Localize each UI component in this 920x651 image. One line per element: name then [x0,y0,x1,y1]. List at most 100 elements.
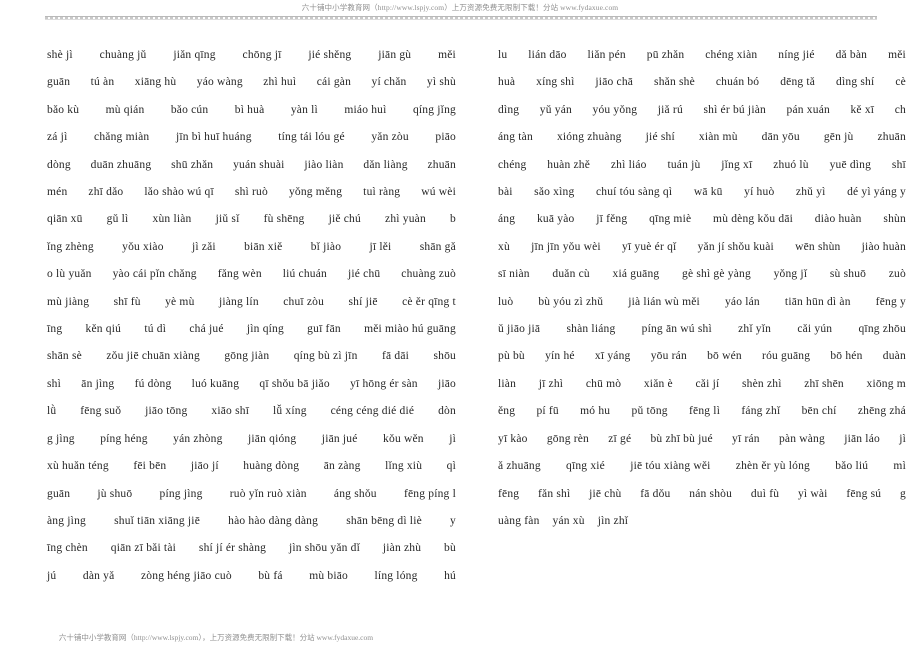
pinyin-word: jì zǎi [191,240,216,253]
pinyin-word: xiāo shī [211,405,250,418]
pinyin-word: zhì huì [263,76,297,89]
pinyin-word: céng céng dié dié [330,405,415,418]
pinyin-word: yáo wàng [196,76,243,89]
pinyin-word: gōng jiàn [224,350,270,363]
pinyin-word: yǔ yán [539,103,572,116]
pinyin-word: diào huàn [814,213,862,226]
header-watermark-text: 六十铺中小学教育网（http://www.lspjy.com）上万资源免费无限制… [301,3,619,12]
word-line: sī niàn duǎn cù xiá guāng gè shì gè yàng yǒn… [498,261,906,288]
word-line: guān tú àn xiāng hù yáo wàng zhì huì cái gàn y… [47,69,456,96]
pinyin-word: zhì yuàn [385,213,426,226]
pinyin-word: qíng bù zì jīn [293,350,358,363]
pinyin-word: ǐng zhèng [47,240,94,253]
document-page: 六十铺中小学教育网（http://www.lspjy.com）上万资源免费无限制… [0,0,920,651]
pinyin-word: jì [449,432,456,445]
pinyin-word: yín hé [545,350,575,363]
pinyin-word: yàn lì [290,103,318,116]
pinyin-word: duì fù [750,487,780,500]
pinyin-word: chéng xiàn [705,49,758,61]
pinyin-word: shuǐ tiān xiāng jiē [114,514,200,527]
pinyin-word: shī fù [113,295,141,308]
pinyin-word: yǒu xiào [122,240,164,253]
word-line: dòng duān zhuāng shū zhǎn yuán shuài jiào li… [47,152,456,179]
pinyin-word: bǐ jiào [310,240,342,253]
pinyin-word: cè [895,76,906,89]
word-line: ǔ jiāo jiā shàn liáng píng ān wú shì zhǐ yǐ… [498,316,906,343]
word-line: xù jīn jīn yǒu wèi yī yuè ér qǐ yǎn jí shǒu… [498,234,906,261]
pinyin-word: shū zhǎn [171,158,214,171]
pinyin-word: fēng lì [689,405,721,418]
pinyin-word: y [450,514,456,527]
word-line: àng jìng shuǐ tiān xiāng jiē hào hào dàng … [47,508,456,535]
pinyin-word: kě xī [850,103,875,116]
word-line: shì ān jìng fú dòng luó kuāng qī shǒu bā jiǎ… [47,371,456,398]
pinyin-word: jú [47,569,57,582]
pinyin-word: píng héng [100,432,148,445]
left-text-column: shè jì chuàng jǔ jiǎn qīng chōng jī jié shěn… [0,34,466,614]
pinyin-word: shàn liáng [566,323,616,336]
pinyin-word: shí jiē [348,295,378,308]
pinyin-word: dǎn liàng [363,158,408,171]
pinyin-word: wēn shùn [795,240,841,253]
pinyin-word: cǎi yún [797,323,833,336]
pinyin-word: liàn [498,377,517,390]
pinyin-word: wú wèi [421,186,456,199]
pinyin-word: dìng shí [836,76,875,89]
pinyin-word: yī rán [732,432,760,445]
pinyin-word: pù bù [498,350,525,363]
pinyin-word: jī zhì [538,377,564,390]
pinyin-word: shè jì [47,49,73,61]
pinyin-word: dòng [47,158,71,171]
pinyin-word: jīn jīn yǒu wèi [531,240,601,253]
pinyin-word: shān gǎ [419,240,456,253]
pinyin-word: jiē chù [589,487,622,500]
pinyin-word: zǒu jiē chuān xiàng [106,350,200,363]
pinyin-word: huà [498,76,516,89]
pinyin-word: tú àn [90,76,115,89]
pinyin-word: yōu rán [650,350,687,363]
pinyin-word: shí jí ér shàng [198,542,267,555]
word-line: īng chèn qiān zī bǎi tài shí jí ér shàng jì… [47,535,456,562]
pinyin-word: qì [446,460,456,473]
pinyin-word: shān bēng dì liè [346,514,422,527]
pinyin-word: shùn [883,213,906,226]
pinyin-word: o lù yuǎn [47,268,92,281]
pinyin-word: g [900,487,906,500]
pinyin-word: xī yáng [594,350,631,363]
pinyin-word: yì wài [797,487,828,500]
word-line: mén zhī dǎo lǎo shào wú qī shì ruò yǒng měng… [47,179,456,206]
pinyin-word: fǎn shì [537,487,571,500]
pinyin-word: chǎng miàn [94,131,150,144]
pinyin-word: īng chèn [47,542,88,555]
pinyin-word: yóu yǒng [592,103,638,116]
pinyin-word: zhǐ yǐn [738,323,772,336]
pinyin-word: jīn bì huī huáng [175,131,252,144]
pinyin-word: mù qián [105,103,145,116]
pinyin-word: guān [47,487,71,500]
pinyin-word: īng [47,323,63,336]
pinyin-word: píng ān wú shì [641,323,712,336]
pinyin-word: hào hào dàng dàng [228,514,319,527]
pinyin-word: mù jiàng [47,295,90,308]
pinyin-word: shōu [433,350,456,363]
pinyin-word: jià lián wù měi [628,295,700,308]
pinyin-word: tiān hūn dì àn [784,295,851,308]
pinyin-word: jìn qíng [246,323,284,336]
pinyin-word: zhuān [427,158,456,171]
pinyin-word: duǎn cù [552,268,590,281]
pinyin-word: fā dāi [381,350,410,363]
pinyin-word: qī shǒu bā jiǎo [259,377,330,390]
word-line: ěng pí fū mó hu pǔ tōng fēng lì fáng zhǐ bēn c… [498,398,906,425]
pinyin-word: yuán shuài [233,158,285,171]
pinyin-word: bō wén [707,350,742,363]
header-divider-rule [45,16,877,20]
pinyin-word: xiàn mù [698,131,738,144]
pinyin-word: yǒng měng [288,186,343,199]
pinyin-word: ān zàng [323,460,361,473]
pinyin-word: qiān xū [47,213,83,226]
pinyin-word: yè mù [165,295,195,308]
pinyin-word: jìn zhǐ [597,514,629,527]
pinyin-word: lu [498,49,508,61]
pinyin-word: huàng dòng [243,460,300,473]
pinyin-word: yì shù [426,76,456,89]
